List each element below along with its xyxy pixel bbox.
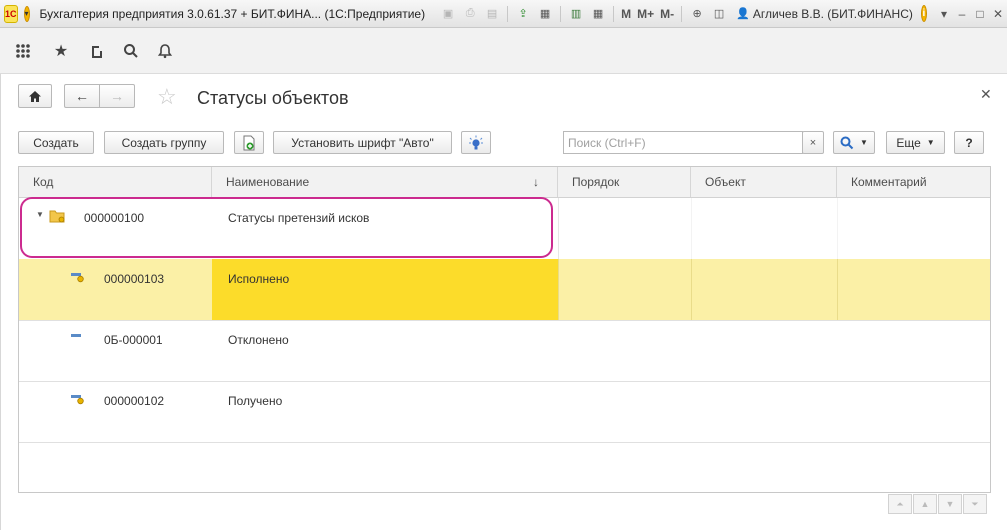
favorites-star-icon[interactable]: ★ (50, 40, 72, 62)
search-clear-button[interactable]: × (802, 131, 824, 154)
expand-toggle-icon[interactable]: ▼ (36, 210, 44, 219)
forward-button[interactable]: → (99, 84, 135, 108)
sections-grid-icon[interactable] (12, 40, 34, 62)
app-title: Бухгалтерия предприятия 3.0.61.37 + БИТ.… (39, 6, 426, 21)
row-code: 000000100 (84, 211, 145, 225)
row-code: 000000103 (104, 272, 165, 286)
scroll-last-button[interactable]: ⏷ (963, 494, 987, 514)
item-icon (71, 334, 81, 337)
chevron-down-icon[interactable]: ▾ (935, 7, 953, 21)
table-row[interactable]: ▼ 000000100 Статусы претензий исков (19, 198, 990, 260)
table-row[interactable]: 000000103 Исполнено (19, 259, 990, 321)
table-navigation: ⏶ ▲ ▼ ⏷ (888, 494, 988, 514)
memory-plus-button[interactable]: M+ (637, 7, 654, 21)
column-header-object[interactable]: Объект (691, 167, 837, 197)
row-name: Исполнено (228, 272, 290, 286)
item-marked-icon (71, 273, 84, 283)
maximize-icon[interactable]: □ (971, 7, 989, 21)
calendar-icon[interactable]: ▦ (590, 6, 606, 22)
table-row[interactable]: 0Б-000001 Отклонено (19, 320, 990, 382)
search-icon[interactable] (120, 40, 142, 62)
column-header-comment[interactable]: Комментарий (837, 167, 990, 197)
close-form-icon[interactable]: ✕ (980, 86, 992, 103)
search-options-button[interactable]: ▼ (833, 131, 875, 154)
table-row[interactable]: 000000102 Получено (19, 381, 990, 443)
more-label: Еще (896, 135, 921, 150)
search-input[interactable] (563, 131, 803, 154)
section-panel: ★ (0, 28, 1007, 74)
objects-status-table[interactable]: Код Наименование ↓ Порядок Объект Коммен… (18, 166, 991, 493)
current-user[interactable]: 👤 Агличев В.В. (БИТ.ФИНАНС) (736, 7, 913, 21)
zoom-icon[interactable]: ⊕ (689, 6, 705, 22)
app-logo-icon: 1С (4, 4, 18, 23)
scroll-down-button[interactable]: ▼ (938, 494, 962, 514)
page-title: Статусы объектов (197, 88, 349, 108)
upload-icon[interactable]: ⇪ (515, 6, 531, 22)
save-icon[interactable]: ▣ (440, 6, 456, 22)
home-icon (29, 90, 41, 102)
form-panel: ← → ☆ Статусы объектов ✕ Создать Создать… (0, 74, 1007, 530)
more-button[interactable]: Еще ▼ (886, 131, 945, 154)
print-icon[interactable]: ⎙ (462, 6, 478, 22)
column-header-name[interactable]: Наименование ↓ (212, 167, 558, 197)
folder-icon (49, 210, 65, 223)
arrow-left-icon: ← (75, 88, 89, 104)
row-code: 000000102 (104, 394, 165, 408)
window-titlebar: 1С ▾ Бухгалтерия предприятия 3.0.61.37 +… (0, 0, 1007, 28)
add-copy-button[interactable] (234, 131, 264, 154)
close-window-icon[interactable]: ✕ (989, 7, 1007, 21)
row-name: Отклонено (228, 333, 289, 347)
table-header: Код Наименование ↓ Порядок Объект Коммен… (19, 167, 990, 198)
hint-button[interactable] (461, 131, 491, 154)
create-button[interactable]: Создать (18, 131, 94, 154)
user-icon: 👤 (736, 8, 750, 20)
user-name: Агличев В.В. (БИТ.ФИНАНС) (752, 6, 913, 21)
minimize-icon[interactable]: – (953, 7, 971, 21)
preview-icon[interactable]: ▤ (484, 6, 500, 22)
chevron-down-icon: ▼ (860, 138, 868, 147)
scan-icon[interactable]: ▦ (537, 6, 553, 22)
home-button[interactable] (18, 84, 52, 108)
memory-m-button[interactable]: M (621, 7, 631, 21)
history-icon[interactable] (86, 40, 108, 62)
spreadsheet-icon[interactable]: ▥ (568, 6, 584, 22)
main-menu-icon[interactable]: ▾ (23, 5, 30, 22)
row-name: Получено (228, 394, 283, 408)
lightbulb-icon (469, 135, 483, 149)
add-document-icon (243, 135, 255, 150)
panels-icon[interactable]: ◫ (711, 6, 727, 22)
info-icon[interactable]: i (920, 5, 927, 22)
row-name: Статусы претензий исков (228, 211, 370, 225)
magnifier-icon (840, 136, 854, 149)
help-button[interactable]: ? (954, 131, 984, 154)
scroll-up-button[interactable]: ▲ (913, 494, 937, 514)
item-marked-icon (71, 395, 84, 405)
notifications-bell-icon[interactable] (154, 40, 176, 62)
chevron-down-icon: ▼ (926, 138, 935, 147)
sort-desc-icon: ↓ (533, 175, 539, 189)
back-button[interactable]: ← (64, 84, 99, 108)
row-code: 0Б-000001 (104, 333, 163, 347)
arrow-right-icon: → (110, 88, 124, 104)
column-header-code[interactable]: Код (19, 167, 212, 197)
scroll-first-button[interactable]: ⏶ (888, 494, 912, 514)
column-header-order[interactable]: Порядок (558, 167, 691, 197)
set-font-button[interactable]: Установить шрифт "Авто" (273, 131, 452, 154)
add-to-favorites-icon[interactable]: ☆ (157, 84, 177, 110)
create-group-button[interactable]: Создать группу (104, 131, 224, 154)
memory-minus-button[interactable]: M- (660, 7, 674, 21)
